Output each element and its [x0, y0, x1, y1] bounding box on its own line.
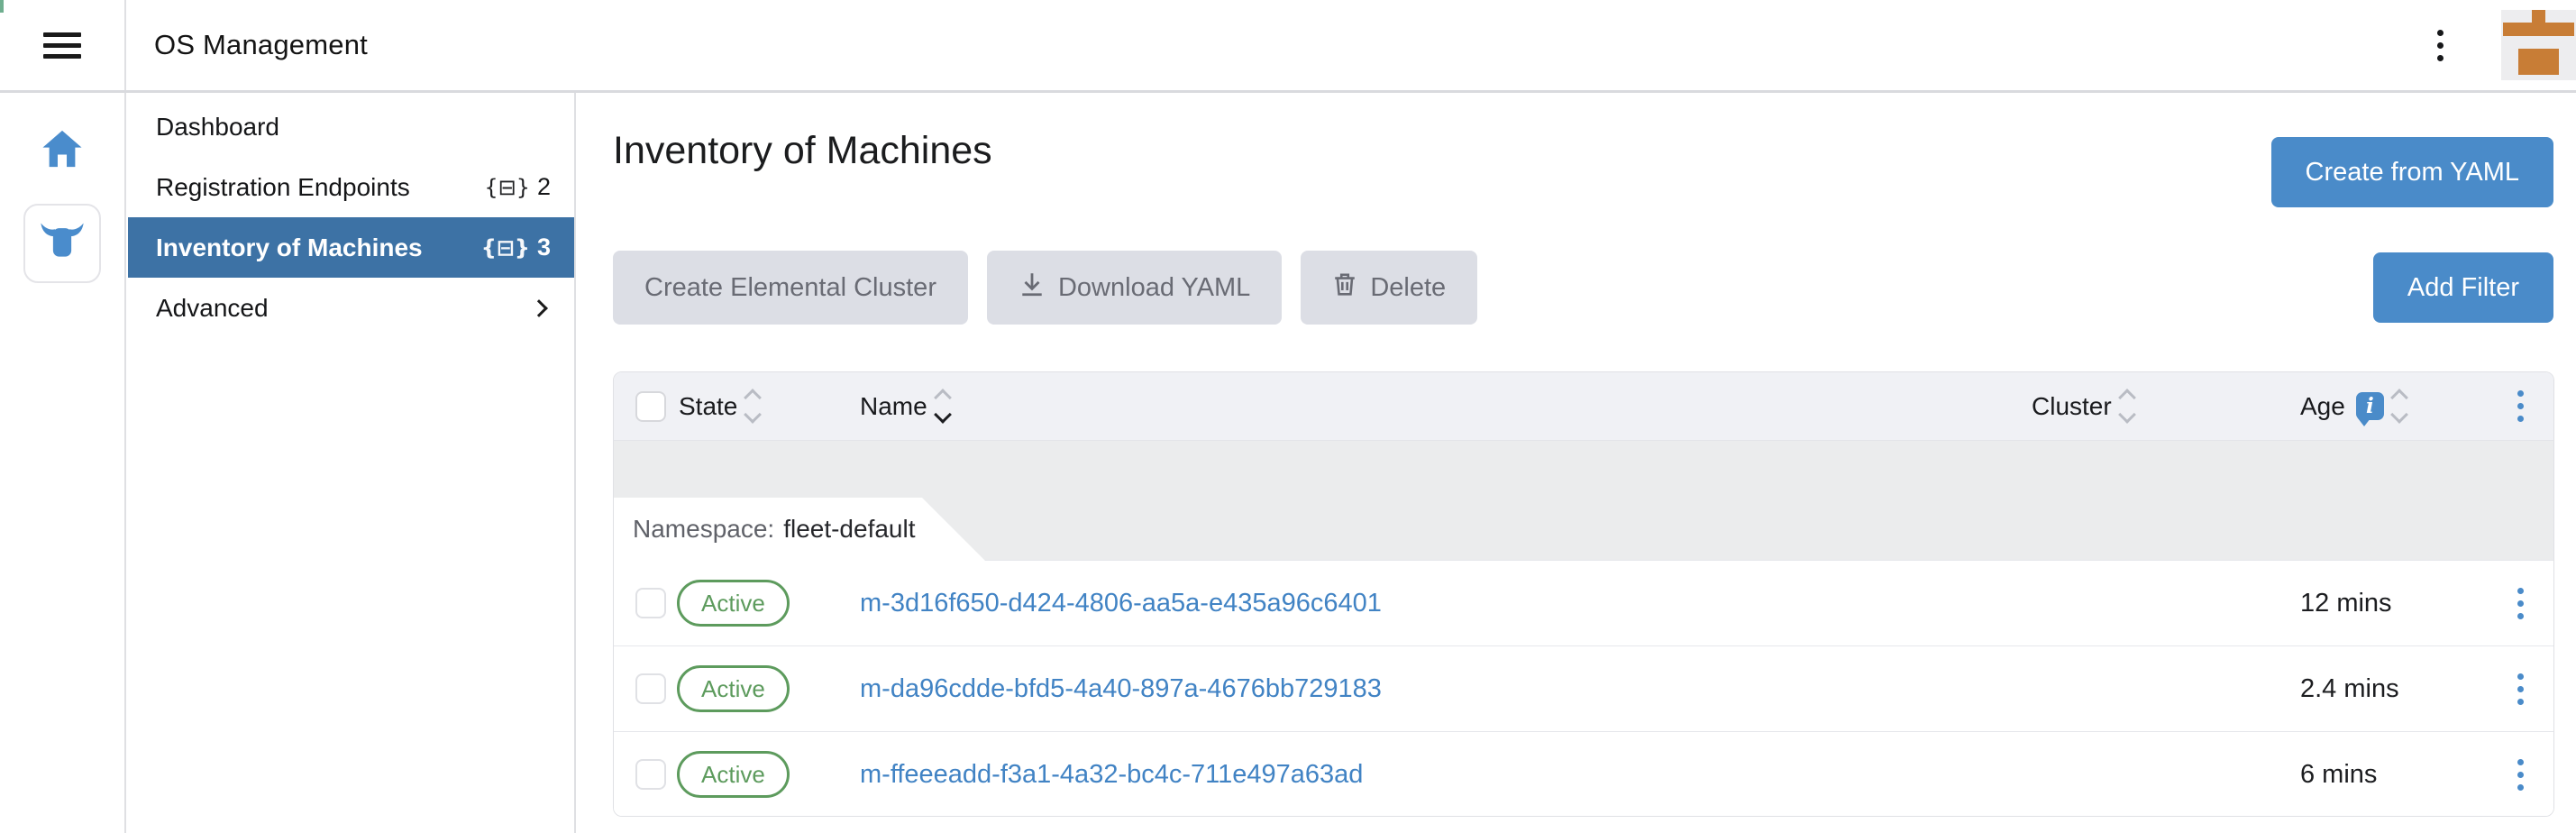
inventory-of-machines-count: {⊟} 3 — [481, 233, 551, 261]
namespace-group-tab: Namespace: fleet-default — [614, 498, 985, 561]
count-icon: {⊟} — [484, 175, 530, 200]
age-cell: 6 mins — [2288, 760, 2487, 790]
window-corner-artifact — [0, 0, 4, 13]
age-info-tooltip-icon[interactable]: i — [2356, 392, 2384, 420]
machine-name-link[interactable]: m-da96cdde-bfd5-4a40-897a-4676bb729183 — [860, 674, 1382, 703]
add-filter-button[interactable]: Add Filter — [2373, 252, 2553, 323]
sort-icon[interactable] — [2121, 388, 2133, 425]
logo-shape-block — [2518, 49, 2559, 75]
table-row: Active m-da96cdde-bfd5-4a40-897a-4676bb7… — [614, 645, 2553, 731]
namespace-label: Namespace: — [633, 515, 774, 544]
column-header-name[interactable]: Name — [854, 388, 2018, 425]
status-badge: Active — [677, 665, 790, 712]
row-checkbox[interactable] — [635, 673, 666, 704]
page-title: Inventory of Machines — [613, 129, 992, 173]
hamburger-menu-icon[interactable] — [43, 26, 81, 65]
sort-icon[interactable] — [2393, 388, 2406, 425]
status-badge: Active — [677, 580, 790, 627]
chevron-right-icon — [530, 299, 548, 317]
sidebar-item-inventory-of-machines[interactable]: Inventory of Machines {⊟} 3 — [128, 217, 574, 278]
table-row: Active m-ffeeeadd-f3a1-4a32-bc4c-711e497… — [614, 731, 2553, 817]
column-header-cluster[interactable]: Cluster — [2018, 388, 2288, 425]
sort-icon-descending[interactable] — [936, 388, 949, 425]
download-icon — [1019, 270, 1046, 305]
app-title: OS Management — [154, 29, 368, 61]
row-checkbox[interactable] — [635, 759, 666, 790]
create-from-yaml-button[interactable]: Create from YAML — [2271, 137, 2553, 207]
logo-shape-bar — [2503, 23, 2574, 36]
icon-rail — [0, 93, 126, 833]
table-options-kebab-icon[interactable] — [2487, 390, 2553, 422]
sidebar-item-advanced[interactable]: Advanced — [128, 278, 574, 338]
top-bar: OS Management — [0, 0, 2576, 93]
trash-icon — [1332, 271, 1357, 304]
namespace-value: fleet-default — [783, 515, 915, 544]
count-icon: {⊟} — [481, 235, 530, 261]
bulk-actions-toolbar: Create Elemental Cluster Download YAML D… — [613, 251, 1477, 325]
registration-endpoints-count: {⊟} 2 — [484, 173, 551, 201]
row-actions-kebab-icon[interactable] — [2487, 673, 2553, 705]
machine-name-link[interactable]: m-ffeeeadd-f3a1-4a32-bc4c-711e497a63ad — [860, 760, 1363, 789]
os-management-app-icon[interactable] — [23, 204, 101, 283]
age-cell: 2.4 mins — [2288, 674, 2487, 704]
download-yaml-button[interactable]: Download YAML — [987, 251, 1282, 325]
create-elemental-cluster-button[interactable]: Create Elemental Cluster — [613, 251, 968, 325]
row-checkbox[interactable] — [635, 588, 666, 618]
machine-name-link[interactable]: m-3d16f650-d424-4806-aa5a-e435a96c6401 — [860, 589, 1382, 618]
column-header-state[interactable]: State — [673, 388, 854, 425]
sidebar-nav: Dashboard Registration Endpoints {⊟} 2 I… — [128, 93, 576, 833]
machines-table: State Name Cluster Age i Namespace: flee… — [613, 371, 2554, 817]
product-logo — [2501, 10, 2576, 80]
header-kebab-menu-icon[interactable] — [2437, 30, 2444, 61]
status-badge: Active — [677, 751, 790, 798]
main-content: Inventory of Machines Create from YAML C… — [578, 93, 2576, 833]
menu-zone — [0, 0, 126, 90]
row-actions-kebab-icon[interactable] — [2487, 759, 2553, 791]
sidebar-item-registration-endpoints[interactable]: Registration Endpoints {⊟} 2 — [128, 157, 574, 217]
sidebar-item-dashboard[interactable]: Dashboard — [128, 96, 574, 157]
namespace-group-band: Namespace: fleet-default — [614, 440, 2553, 560]
column-header-age[interactable]: Age i — [2288, 388, 2487, 425]
row-actions-kebab-icon[interactable] — [2487, 588, 2553, 619]
select-all-checkbox[interactable] — [635, 391, 666, 422]
table-header-row: State Name Cluster Age i — [614, 372, 2553, 440]
home-icon[interactable] — [41, 129, 83, 173]
table-row: Active m-3d16f650-d424-4806-aa5a-e435a96… — [614, 560, 2553, 645]
delete-button[interactable]: Delete — [1301, 251, 1477, 325]
age-cell: 12 mins — [2288, 589, 2487, 618]
sort-icon[interactable] — [746, 388, 759, 425]
